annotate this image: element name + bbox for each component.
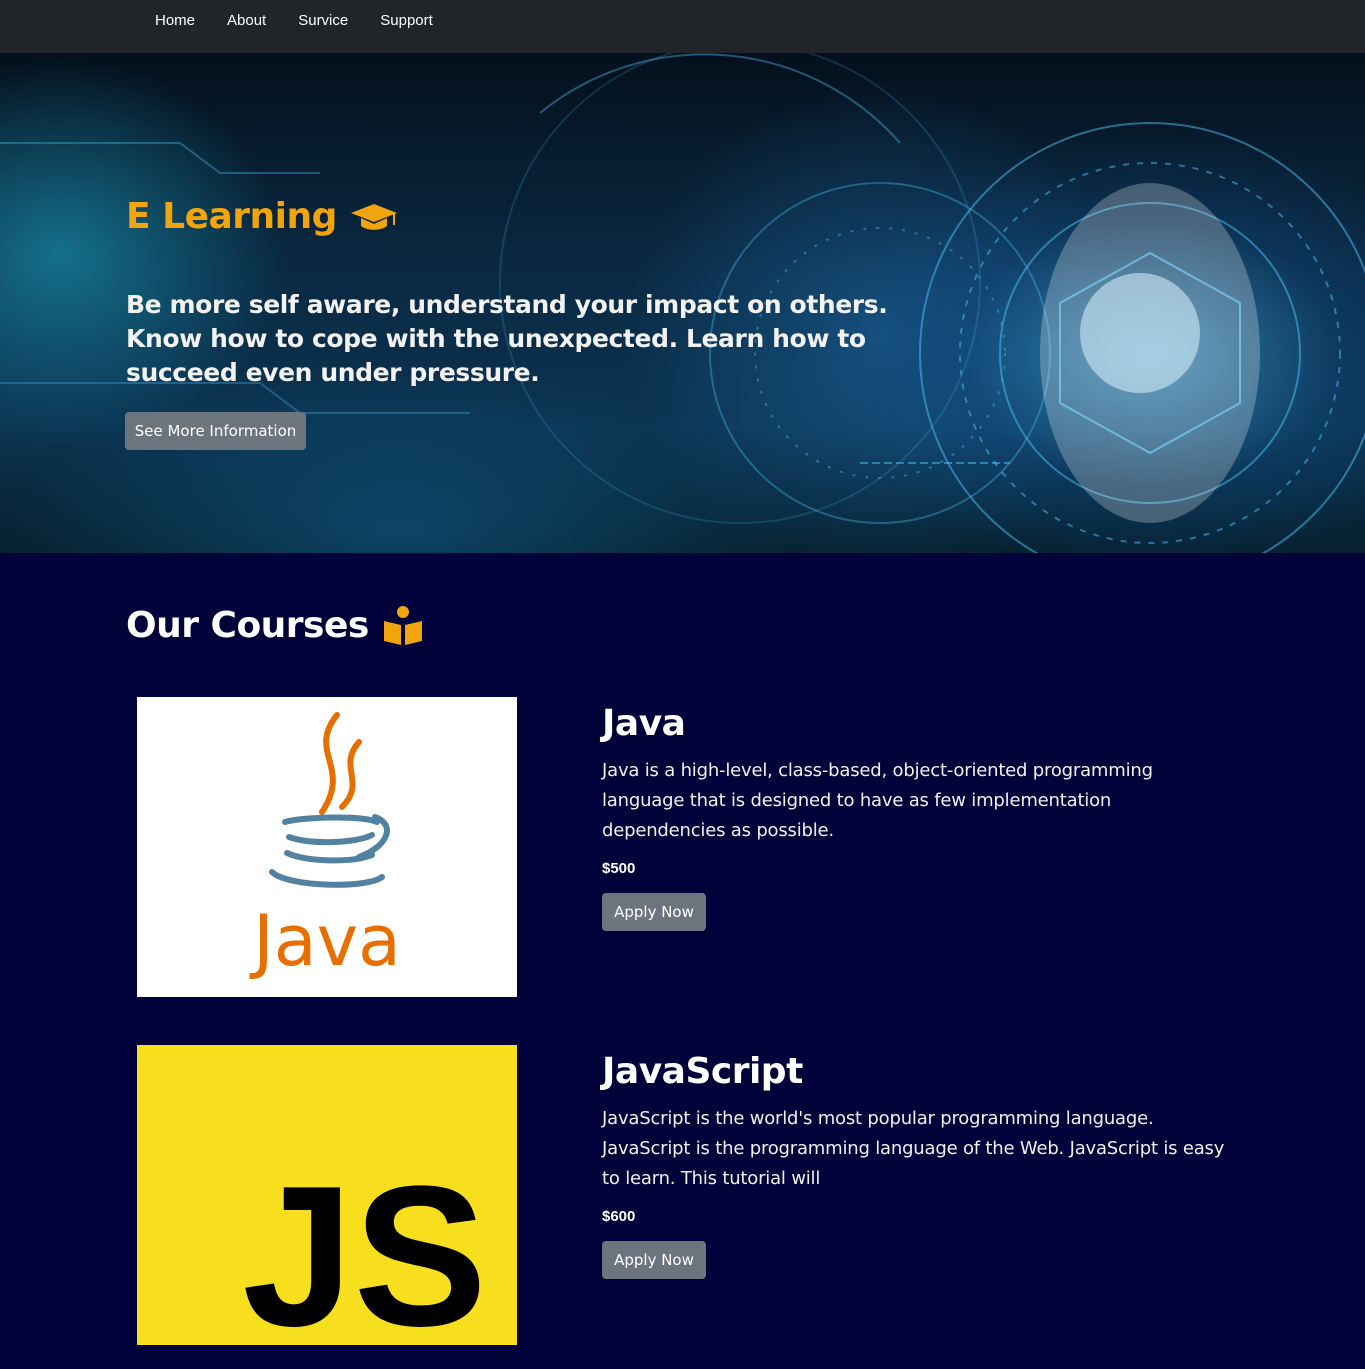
nav-survice-link[interactable]: Survice bbox=[282, 0, 364, 47]
hero-description: Be more self aware, understand your impa… bbox=[126, 290, 888, 387]
nav-home-link[interactable]: Home bbox=[139, 0, 211, 47]
see-more-information-button[interactable]: See More Information bbox=[125, 412, 306, 450]
hero-banner: E Learning Be more self aware, understan… bbox=[0, 53, 1365, 553]
course-price: $500 bbox=[602, 860, 636, 877]
java-logo-image: Java bbox=[137, 697, 517, 997]
course-card-javascript: JS JavaScript JavaScript is the world's … bbox=[126, 1045, 1236, 1347]
javascript-logo-text: JS bbox=[242, 1145, 487, 1345]
course-card-java: Java Java Java is a high-level, class-ba… bbox=[126, 697, 1236, 999]
apply-now-button-javascript[interactable]: Apply Now bbox=[602, 1241, 706, 1279]
course-title: JavaScript bbox=[602, 1051, 803, 1092]
graduation-cap-icon bbox=[350, 203, 397, 230]
book-reader-icon bbox=[383, 606, 422, 645]
courses-title-text: Our Courses bbox=[126, 604, 369, 646]
course-description: Java is a high-level, class-based, objec… bbox=[602, 760, 1153, 841]
hero-title: E Learning bbox=[126, 196, 399, 237]
hero-title-text: E Learning bbox=[126, 196, 337, 237]
course-description: JavaScript is the world's most popular p… bbox=[602, 1108, 1225, 1189]
nav-about-link[interactable]: About bbox=[211, 0, 282, 47]
courses-section-title: Our Courses bbox=[126, 603, 425, 647]
java-logo-text: Java bbox=[249, 900, 401, 982]
top-navbar: Home About Survice Support bbox=[0, 0, 1365, 53]
course-body-javascript: JavaScript JavaScript is the world's mos… bbox=[602, 1049, 1232, 1279]
course-title: Java bbox=[602, 703, 686, 744]
javascript-logo-image: JS bbox=[137, 1045, 517, 1345]
course-body-java: Java Java is a high-level, class-based, … bbox=[602, 701, 1232, 931]
apply-now-button-java[interactable]: Apply Now bbox=[602, 893, 706, 931]
course-price: $600 bbox=[602, 1208, 636, 1225]
nav-support-link[interactable]: Support bbox=[364, 0, 449, 47]
